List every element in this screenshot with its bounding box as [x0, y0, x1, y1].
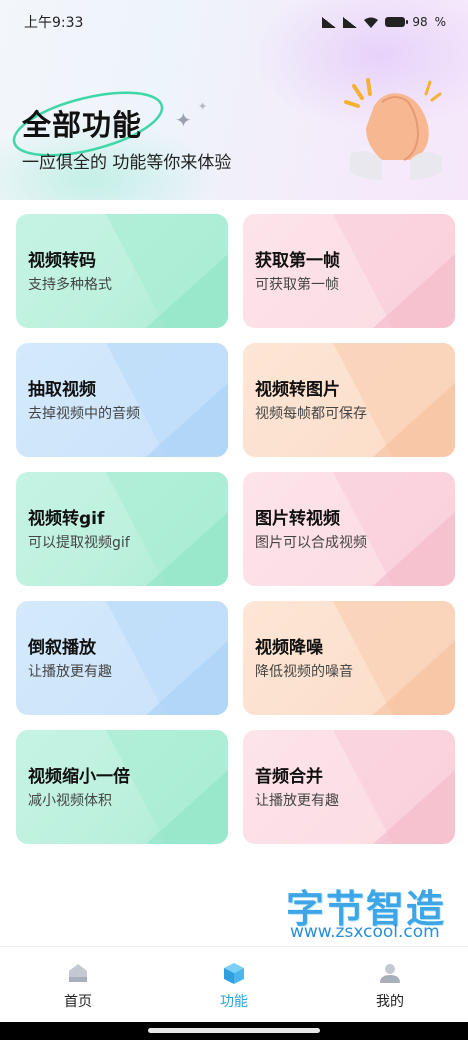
- card-title: 视频转gif: [28, 509, 105, 529]
- status-bar: 上午9:33 98%: [0, 0, 468, 44]
- card-subtitle: 让播放更有趣: [255, 793, 339, 809]
- card-decoration: [106, 214, 228, 328]
- card-decoration: [333, 343, 455, 457]
- card-decoration: [333, 730, 455, 844]
- battery-level: 98: [412, 15, 428, 29]
- card-video-to-image[interactable]: 视频转图片 视频每帧都可保存: [243, 343, 455, 457]
- home-indicator[interactable]: [148, 1028, 320, 1033]
- nav-label-home: 首页: [64, 994, 92, 1010]
- battery-percent-sign: %: [434, 15, 446, 29]
- card-subtitle: 支持多种格式: [28, 277, 112, 293]
- card-title: 视频降噪: [255, 638, 323, 658]
- bottom-nav: 首页 功能 我的: [0, 946, 468, 1022]
- card-title: 倒叙播放: [28, 638, 96, 658]
- card-decoration: [106, 472, 228, 586]
- card-audio-merge[interactable]: 音频合并 让播放更有趣: [243, 730, 455, 844]
- card-title: 视频转码: [28, 251, 96, 271]
- wifi-icon: [364, 17, 379, 28]
- cube-icon: [224, 963, 244, 984]
- card-video-to-gif[interactable]: 视频转gif 可以提取视频gif: [16, 472, 228, 586]
- card-decoration: [106, 601, 228, 715]
- card-decoration: [333, 214, 455, 328]
- card-extract-video[interactable]: 抽取视频 去掉视频中的音频: [16, 343, 228, 457]
- card-subtitle: 减小视频体积: [28, 793, 112, 809]
- card-subtitle: 可获取第一帧: [255, 277, 339, 293]
- nav-item-features[interactable]: 功能: [156, 947, 312, 1022]
- nav-item-home[interactable]: 首页: [0, 947, 156, 1022]
- status-time: 上午9:33: [24, 15, 84, 31]
- card-title: 图片转视频: [255, 509, 340, 529]
- card-subtitle: 图片可以合成视频: [255, 535, 367, 551]
- card-image-to-video[interactable]: 图片转视频 图片可以合成视频: [243, 472, 455, 586]
- battery-icon: [385, 17, 409, 27]
- card-title: 视频转图片: [255, 380, 340, 400]
- card-decoration: [106, 343, 228, 457]
- card-video-denoise[interactable]: 视频降噪 降低视频的噪音: [243, 601, 455, 715]
- nav-item-mine[interactable]: 我的: [312, 947, 468, 1022]
- home-icon: [69, 964, 87, 982]
- card-decoration: [333, 601, 455, 715]
- user-icon: [380, 964, 400, 983]
- card-subtitle: 降低视频的噪音: [255, 664, 353, 680]
- page-subtitle: 一应俱全的 功能等你来体验: [22, 153, 232, 173]
- signal-icon: [322, 16, 337, 28]
- nav-label-mine: 我的: [376, 994, 404, 1010]
- signal-icon-2: [343, 16, 358, 28]
- card-reverse-play[interactable]: 倒叙播放 让播放更有趣: [16, 601, 228, 715]
- card-decoration: [106, 730, 228, 844]
- card-title: 音频合并: [255, 767, 323, 787]
- card-subtitle: 去掉视频中的音频: [28, 406, 140, 422]
- page-title: 全部功能: [22, 108, 143, 142]
- header-hero: 上午9:33 98% 全部功能 ✦ ✦ 一应俱全的 功能等你来体验: [0, 0, 468, 200]
- card-subtitle: 让播放更有趣: [28, 664, 112, 680]
- sparkle-icon-small: ✦: [198, 100, 208, 113]
- status-icons: 98%: [322, 15, 446, 29]
- card-decoration: [333, 472, 455, 586]
- card-video-shrink[interactable]: 视频缩小一倍 减小视频体积: [16, 730, 228, 844]
- card-subtitle: 可以提取视频gif: [28, 535, 130, 551]
- card-title: 抽取视频: [28, 380, 96, 400]
- nav-label-features: 功能: [220, 994, 248, 1010]
- watermark-url: www.zsxcool.com: [290, 922, 440, 942]
- card-video-transcode[interactable]: 视频转码 支持多种格式: [16, 214, 228, 328]
- card-title: 视频缩小一倍: [28, 767, 130, 787]
- sparkle-icon: ✦: [175, 108, 192, 132]
- card-title: 获取第一帧: [255, 251, 340, 271]
- card-subtitle: 视频每帧都可保存: [255, 406, 367, 422]
- card-first-frame[interactable]: 获取第一帧 可获取第一帧: [243, 214, 455, 328]
- clapping-hands-icon: [344, 78, 442, 180]
